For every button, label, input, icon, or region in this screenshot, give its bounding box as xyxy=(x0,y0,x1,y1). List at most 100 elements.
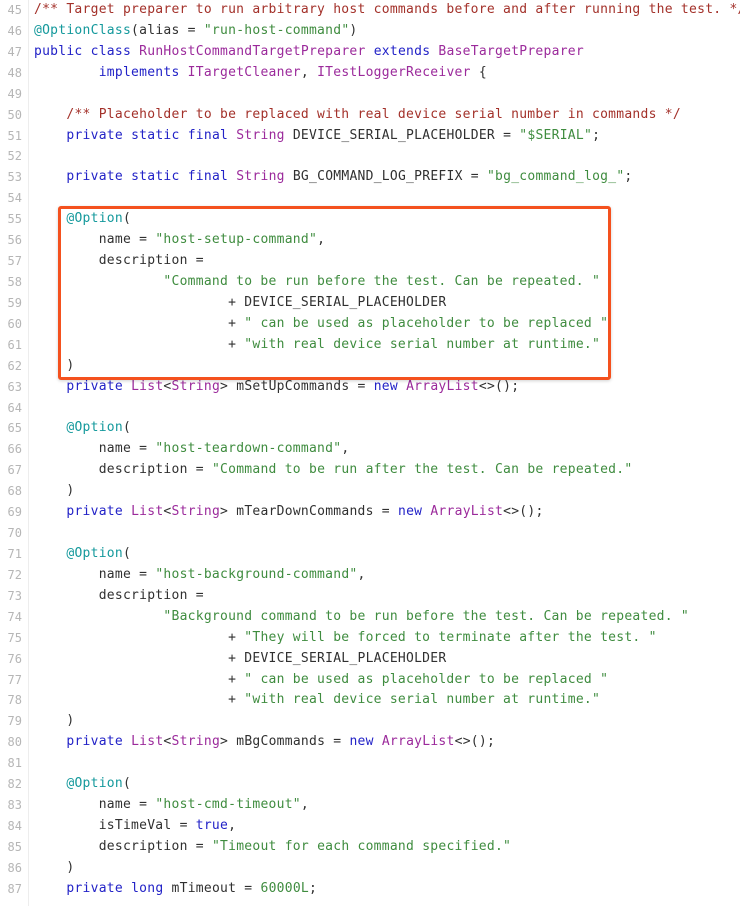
code-line[interactable]: 69 private List<String> mTearDownCommand… xyxy=(0,502,740,523)
code-token: + xyxy=(34,294,245,310)
code-line[interactable]: 73 description = xyxy=(0,586,740,607)
line-number: 52 xyxy=(7,149,22,164)
code-line[interactable]: 46 @OptionClass(alias = "run-host-command… xyxy=(0,21,740,42)
line-number: 82 xyxy=(7,777,22,792)
code-line[interactable]: 82 @Option( xyxy=(0,774,740,795)
code-token: ITestLoggerReceiver xyxy=(317,64,471,80)
code-token: private xyxy=(66,169,123,185)
code-line[interactable]: 56 name = "host-setup-command", xyxy=(0,230,740,251)
code-line[interactable]: 70 xyxy=(0,523,740,544)
code-line-source: + "with real device serial number at run… xyxy=(34,690,600,711)
line-number: 69 xyxy=(7,505,22,520)
code-line[interactable]: 72 name = "host-background-command", xyxy=(0,565,740,586)
code-line-source: /** Target preparer to run arbitrary hos… xyxy=(34,0,740,21)
code-token: @Option xyxy=(66,211,123,227)
code-token: @Option xyxy=(66,420,123,436)
code-line-source: "Background command to be run before the… xyxy=(34,607,689,628)
code-token: String xyxy=(171,734,221,750)
code-line[interactable]: 61 + "with real device serial number at … xyxy=(0,335,740,356)
code-line-list: 45 /** Target preparer to run arbitrary h… xyxy=(0,0,740,900)
code-line[interactable]: 58 "Command to be run before the test. C… xyxy=(0,272,740,293)
code-token: description xyxy=(98,462,188,478)
code-token: ) xyxy=(34,483,75,499)
code-line-source: /** Placeholder to be replaced with real… xyxy=(34,105,681,126)
code-line[interactable]: 77 + " can be used as placeholder to be … xyxy=(0,670,740,691)
code-line[interactable]: 47 public class RunHostCommandTargetPrepa… xyxy=(0,42,740,63)
code-line[interactable]: 49 xyxy=(0,84,740,105)
code-token: true xyxy=(195,817,229,833)
code-token: " can be used as placeholder to be repla… xyxy=(244,671,609,687)
code-line[interactable]: 68 ) xyxy=(0,481,740,502)
code-token: "with real device serial number at runti… xyxy=(244,692,601,708)
code-token: <>(); xyxy=(503,504,544,520)
code-line[interactable]: 45 /** Target preparer to run arbitrary h… xyxy=(0,0,740,21)
code-line[interactable]: 79 ) xyxy=(0,711,740,732)
code-line[interactable]: 63 private List<String> mSetUpCommands =… xyxy=(0,377,740,398)
code-line[interactable]: 65 @Option( xyxy=(0,418,740,439)
line-number: 58 xyxy=(7,274,22,289)
code-token: "bg_command_log_" xyxy=(486,169,625,185)
code-line[interactable]: 75 + "They will be forced to terminate a… xyxy=(0,628,740,649)
code-line[interactable]: 78 + "with real device serial number at … xyxy=(0,690,740,711)
code-line[interactable]: 84 isTimeVal = true, xyxy=(0,816,740,837)
code-token: ( xyxy=(122,420,132,436)
code-line-source: ) xyxy=(34,858,74,879)
line-number: 79 xyxy=(7,714,22,729)
line-number: 61 xyxy=(7,337,22,352)
code-line[interactable]: 86 ) xyxy=(0,858,740,879)
code-line[interactable]: 59 + DEVICE_SERIAL_PLACEHOLDER xyxy=(0,293,740,314)
code-line-source: private long mTimeout = 60000L; xyxy=(34,879,317,900)
line-number: 73 xyxy=(7,588,22,603)
code-line[interactable]: 57 description = xyxy=(0,251,740,272)
code-line[interactable]: 62 ) xyxy=(0,356,740,377)
code-token: "run-host-command" xyxy=(203,22,350,38)
code-token: ) xyxy=(34,357,75,373)
code-line[interactable]: 76 + DEVICE_SERIAL_PLACEHOLDER xyxy=(0,649,740,670)
code-token: final xyxy=(187,127,229,143)
code-token: ) xyxy=(34,713,75,729)
code-token: ( xyxy=(122,545,132,561)
line-number: 54 xyxy=(7,191,22,206)
code-line[interactable]: 51 private static final String DEVICE_SE… xyxy=(0,126,740,147)
code-line[interactable]: 60 + " can be used as placeholder to be … xyxy=(0,314,740,335)
code-token: "Background command to be run before the… xyxy=(163,608,690,624)
code-token: = xyxy=(131,566,156,582)
code-line[interactable]: 48 implements ITargetCleaner, ITestLogge… xyxy=(0,63,740,84)
code-line[interactable]: 71 @Option( xyxy=(0,544,740,565)
code-line[interactable]: 87 private long mTimeout = 60000L; xyxy=(0,879,740,900)
code-token: = xyxy=(236,880,261,896)
code-line[interactable]: 67 description = "Command to be run afte… xyxy=(0,460,740,481)
code-line[interactable]: 85 description = "Timeout for each comma… xyxy=(0,837,740,858)
code-line[interactable]: 66 name = "host-teardown-command", xyxy=(0,439,740,460)
code-token: private xyxy=(66,734,123,750)
code-token: ArrayList xyxy=(406,378,479,394)
code-token: ITargetCleaner xyxy=(187,64,301,80)
code-line[interactable]: 53 private static final String BG_COMMAN… xyxy=(0,167,740,188)
code-line[interactable]: 64 xyxy=(0,398,740,419)
code-line[interactable]: 50 /** Placeholder to be replaced with r… xyxy=(0,105,740,126)
code-token: name xyxy=(98,566,132,582)
code-line[interactable]: 52 xyxy=(0,146,740,167)
code-token: = xyxy=(495,127,520,143)
code-token: <>(); xyxy=(454,734,496,750)
code-line-source: + " can be used as placeholder to be rep… xyxy=(34,670,608,691)
code-line[interactable]: 83 name = "host-cmd-timeout", xyxy=(0,795,740,816)
code-line[interactable]: 81 xyxy=(0,753,740,774)
code-token: "$SERIAL" xyxy=(519,127,593,143)
code-line[interactable]: 74 "Background command to be run before … xyxy=(0,607,740,628)
code-line[interactable]: 55 @Option( xyxy=(0,209,740,230)
code-line[interactable]: 80 private List<String> mBgCommands = ne… xyxy=(0,732,740,753)
code-token: @Option xyxy=(66,545,123,561)
code-line-source: description = "Command to be run after t… xyxy=(34,460,632,481)
code-token: /** Placeholder to be replaced with real… xyxy=(66,106,681,122)
code-token: = xyxy=(462,169,487,185)
code-token: mSetUpCommands xyxy=(236,378,350,394)
code-line[interactable]: 54 xyxy=(0,188,740,209)
code-viewer[interactable]: 45 /** Target preparer to run arbitrary h… xyxy=(0,0,740,906)
